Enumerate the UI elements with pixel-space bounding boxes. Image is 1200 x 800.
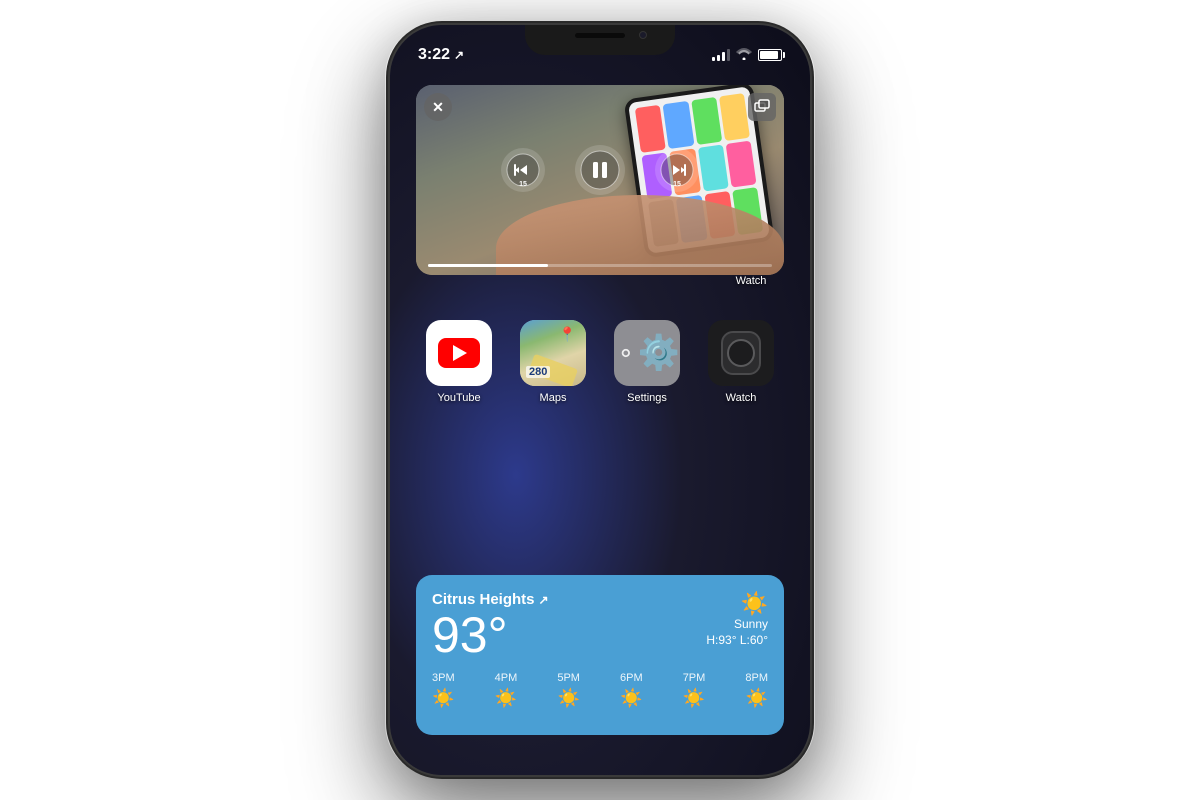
watch-app[interactable]: Watch: [698, 320, 784, 404]
weather-hour-5pm: 5PM ☀️: [557, 672, 580, 709]
youtube-icon[interactable]: [426, 320, 492, 386]
weather-right: ☀️ Sunny H:93° L:60°: [706, 591, 768, 648]
front-camera: [639, 31, 647, 39]
speaker: [575, 33, 625, 38]
close-icon: ✕: [432, 99, 444, 116]
hour-7pm-time: 7PM: [683, 672, 706, 684]
hour-3pm-time: 3PM: [432, 672, 455, 684]
weather-hour-6pm: 6PM ☀️: [620, 672, 643, 709]
pip-progress-bar[interactable]: [428, 264, 772, 267]
status-time: 3:22 ↗: [418, 46, 464, 64]
youtube-label: YouTube: [437, 392, 480, 404]
app-grid: YouTube 📍 280 Maps: [416, 320, 784, 404]
temp-range: H:93° L:60°: [706, 633, 768, 649]
watch-label-right: Watch: [736, 275, 767, 287]
location-text: Citrus Heights: [432, 591, 535, 608]
youtube-app[interactable]: YouTube: [416, 320, 502, 404]
maps-road-label: 280: [526, 366, 550, 378]
weather-header: Citrus Heights ↗ 93° ☀️ Sunny H:93° L:60…: [432, 591, 768, 660]
youtube-triangle: [453, 345, 467, 361]
watch-icon[interactable]: [708, 320, 774, 386]
maps-pin-icon: 📍: [559, 326, 576, 343]
pip-close-button[interactable]: ✕: [424, 93, 452, 121]
battery-icon: [758, 49, 782, 61]
hour-5pm-time: 5PM: [557, 672, 580, 684]
condition-label: Sunny: [706, 617, 768, 633]
hour-6pm-time: 6PM: [620, 672, 643, 684]
signal-icon: [712, 49, 730, 61]
watch-dial-main: [727, 339, 755, 367]
weather-hour-7pm: 7PM ☀️: [683, 672, 706, 709]
pip-expand-button[interactable]: [748, 93, 776, 121]
weather-hourly: 3PM ☀️ 4PM ☀️ 5PM ☀️ 6PM ☀️: [432, 672, 768, 709]
battery-fill: [760, 51, 778, 59]
location-arrow-icon: ↗: [539, 593, 549, 607]
weather-location: Citrus Heights ↗: [432, 591, 549, 608]
forward-button[interactable]: 15: [655, 148, 699, 192]
wifi-icon: [736, 47, 752, 63]
rewind-button[interactable]: 15: [501, 148, 545, 192]
pip-container[interactable]: 15: [416, 85, 784, 275]
weather-hour-8pm: 8PM ☀️: [745, 672, 768, 709]
hour-7pm-icon: ☀️: [683, 688, 705, 709]
weather-left: Citrus Heights ↗ 93°: [432, 591, 549, 660]
notch: [525, 25, 675, 55]
settings-label: Settings: [627, 392, 667, 404]
settings-gear-icon: [614, 333, 638, 373]
hour-3pm-icon: ☀️: [432, 688, 454, 709]
settings-icon[interactable]: ⚙️: [614, 320, 680, 386]
hour-6pm-icon: ☀️: [620, 688, 642, 709]
rewind-label: 15: [519, 181, 527, 188]
forward-label: 15: [673, 181, 681, 188]
hour-8pm-icon: ☀️: [745, 688, 767, 709]
phone-frame: 3:22 ↗: [390, 25, 810, 775]
temperature-display: 93°: [432, 610, 549, 660]
maps-icon[interactable]: 📍 280: [520, 320, 586, 386]
pip-progress-fill: [428, 264, 548, 267]
sun-icon-top: ☀️: [706, 591, 768, 617]
maps-app[interactable]: 📍 280 Maps: [510, 320, 596, 404]
settings-gear-emoji: ⚙️: [638, 333, 680, 373]
youtube-play-button: [438, 338, 480, 368]
hour-4pm-time: 4PM: [495, 672, 518, 684]
location-arrow-icon: ↗: [454, 48, 464, 62]
time-display: 3:22: [418, 46, 450, 64]
weather-hour-4pm: 4PM ☀️: [495, 672, 518, 709]
hour-4pm-icon: ☀️: [495, 688, 517, 709]
watch-face-main: [721, 331, 761, 375]
screen: 3:22 ↗: [390, 25, 810, 775]
status-icons: [712, 47, 782, 63]
pip-controls: 15: [416, 85, 784, 255]
pip-video: 15: [416, 85, 784, 275]
weather-condition-text: Sunny H:93° L:60°: [706, 617, 768, 648]
maps-label: Maps: [540, 392, 567, 404]
pause-button[interactable]: [575, 145, 625, 195]
hour-8pm-time: 8PM: [745, 672, 768, 684]
hour-5pm-icon: ☀️: [557, 688, 579, 709]
weather-widget[interactable]: Citrus Heights ↗ 93° ☀️ Sunny H:93° L:60…: [416, 575, 784, 735]
settings-app[interactable]: ⚙️ Settings: [604, 320, 690, 404]
watch-label: Watch: [726, 392, 757, 404]
maps-inner: 📍 280: [520, 320, 586, 386]
phone-wrapper: 3:22 ↗: [340, 25, 860, 775]
weather-hour-3pm: 3PM ☀️: [432, 672, 455, 709]
